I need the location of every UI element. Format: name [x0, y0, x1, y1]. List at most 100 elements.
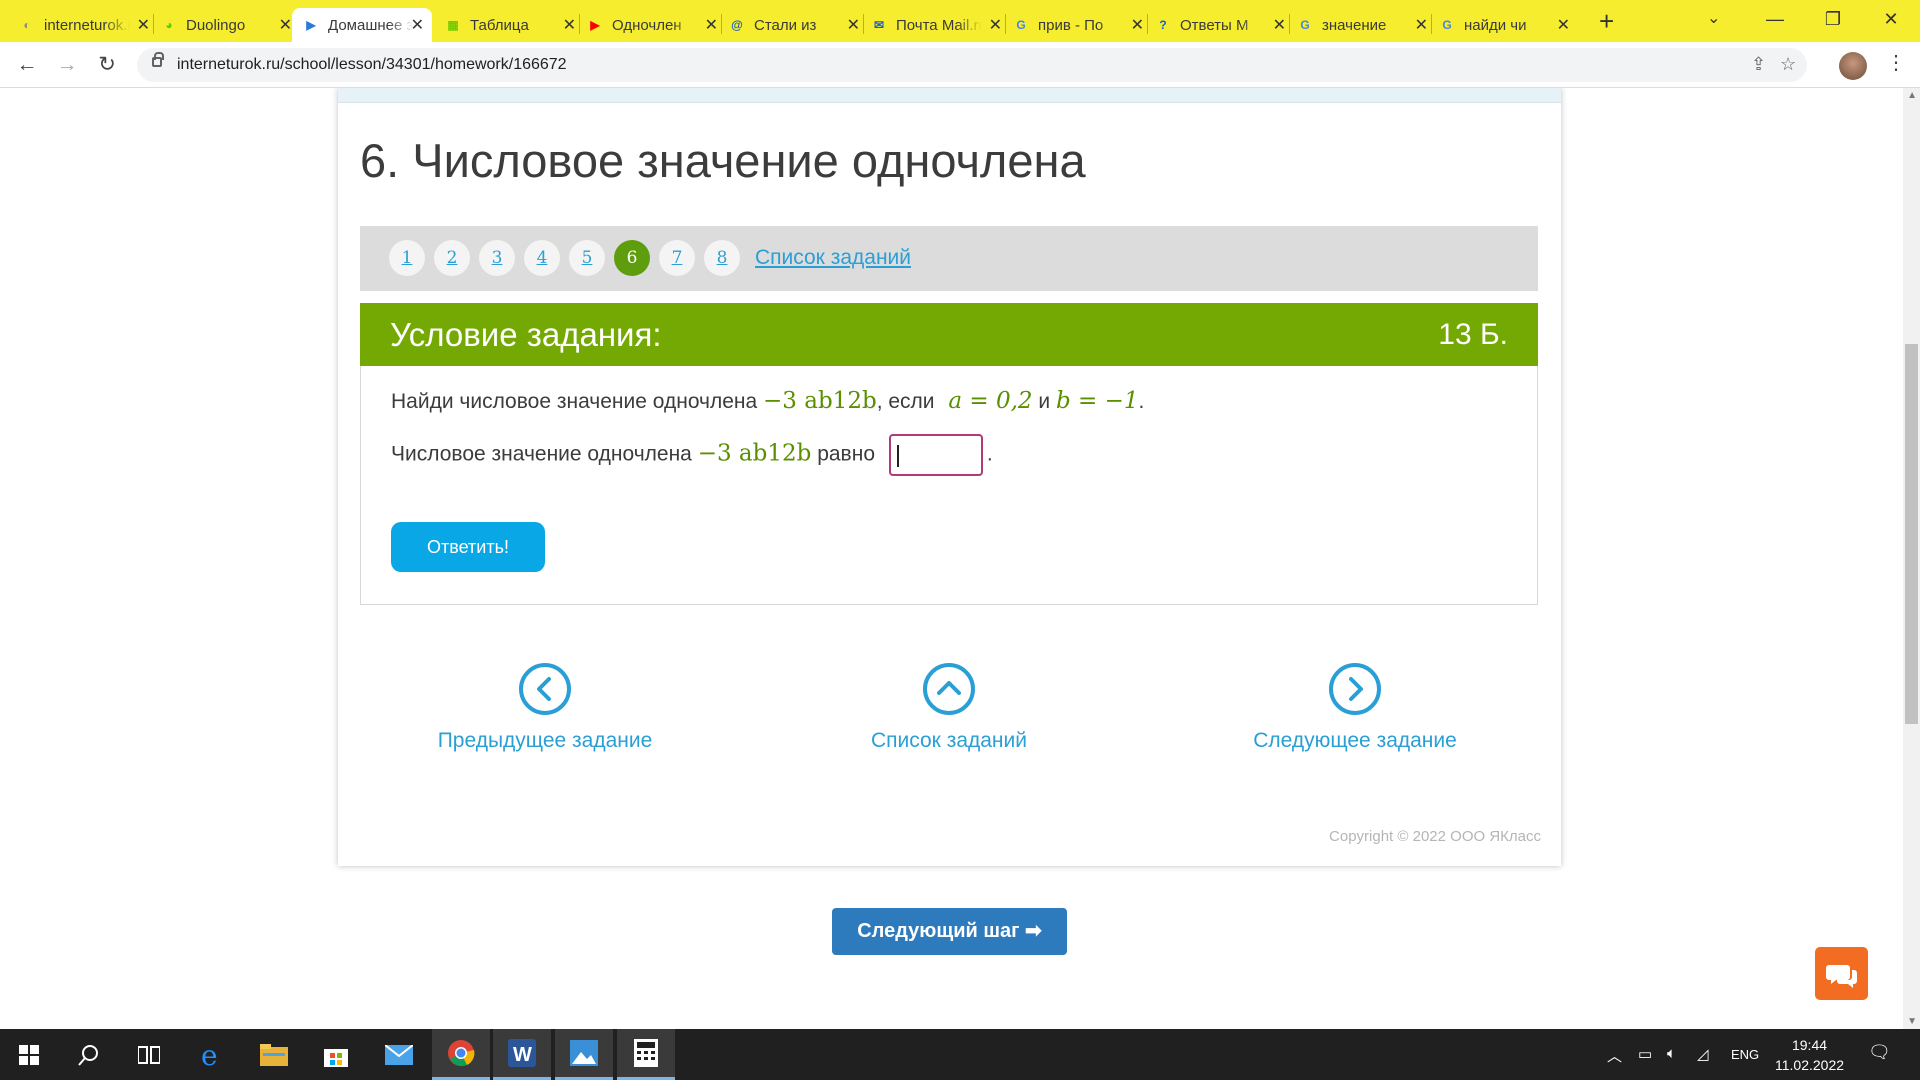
mail-icon[interactable] [370, 1029, 428, 1080]
next-task-link[interactable]: Следующее задание [1205, 663, 1505, 753]
monomial-expression: −3 ab12b [763, 388, 877, 414]
share-icon[interactable]: ⇪ [1751, 54, 1766, 75]
file-explorer-icon[interactable] [245, 1029, 303, 1080]
chat-bubbles-icon [1826, 965, 1857, 988]
new-tab-button[interactable]: + [1599, 6, 1614, 37]
duolingo-icon: ◕ [165, 18, 173, 32]
tab-separator [1005, 14, 1006, 34]
tab-search-icon[interactable]: ⌄ [1707, 8, 1720, 28]
browser-tab[interactable]: ? Ответы М ✕ [1154, 8, 1294, 42]
tab-close-icon[interactable]: ✕ [411, 15, 424, 35]
homework-card: 6. Числовое значение одночлена 12345678 … [338, 88, 1561, 866]
scroll-down-icon[interactable]: ▼ [1907, 1016, 1917, 1027]
profile-avatar[interactable] [1839, 52, 1867, 80]
browser-tab[interactable]: Gнайди чи ✕ [1438, 8, 1578, 42]
tab-close-icon[interactable]: ✕ [847, 15, 860, 35]
address-bar[interactable]: interneturok.ru/school/lesson/34301/home… [137, 48, 1807, 82]
answer-equals-word: равно [817, 442, 875, 466]
volume-icon[interactable]: 🔈︎ [1667, 1045, 1676, 1062]
task-number-6[interactable]: 6 [614, 240, 650, 276]
browser-tab[interactable]: Gзначение ✕ [1296, 8, 1436, 42]
scroll-up-icon[interactable]: ▲ [1907, 90, 1917, 101]
task-list-nav-link[interactable]: Список заданий [799, 663, 1099, 753]
word-icon[interactable]: W [493, 1029, 551, 1080]
store-icon[interactable] [307, 1029, 365, 1080]
browser-tab[interactable]: ▦ Таблица ✕ [444, 8, 584, 42]
windows-start-icon[interactable] [0, 1029, 58, 1080]
tab-close-icon[interactable]: ✕ [563, 15, 576, 35]
answer-input[interactable] [888, 434, 983, 476]
tray-chevron-icon[interactable]: ︿ [1607, 1045, 1622, 1066]
tab-close-icon[interactable]: ✕ [1131, 15, 1144, 35]
browser-tab[interactable]: ▶ Домашнее задание✕ [292, 8, 432, 42]
browser-tab[interactable]: ✉ Почта Mail.ru ✕ [870, 8, 1010, 42]
close-window-icon[interactable]: ✕ [1862, 0, 1920, 42]
condition-b: b = −1 [1055, 388, 1139, 414]
scrollbar-thumb[interactable] [1905, 344, 1918, 724]
browser-tab[interactable]: Gприв - По ✕ [1012, 8, 1152, 42]
search-icon[interactable] [60, 1029, 118, 1080]
chrome-icon[interactable] [432, 1029, 490, 1080]
browser-tab[interactable]: ◕ Duolingo ✕ [160, 8, 300, 42]
network-icon[interactable]: ◿ [1697, 1045, 1709, 1063]
task-number-7[interactable]: 7 [659, 240, 695, 276]
task-number-1[interactable]: 1 [389, 240, 425, 276]
statement-text: Найди числовое значение одночлена [391, 390, 758, 413]
tab-separator [579, 14, 580, 34]
browser-tab[interactable]: ◐ interneturok.ru ✕ [18, 8, 158, 42]
tab-title: значение [1322, 16, 1387, 34]
notifications-icon[interactable]: 🗨︎ [1868, 1042, 1891, 1063]
interneturok-icon: ◐ [23, 18, 31, 32]
task-number-5[interactable]: 5 [569, 240, 605, 276]
tab-close-icon[interactable]: ✕ [1273, 15, 1286, 35]
photos-icon[interactable] [555, 1029, 613, 1080]
mail-at-icon: @ [731, 18, 743, 32]
task-list-link[interactable]: Список заданий [755, 246, 911, 270]
tab-title: Duolingo [186, 16, 246, 34]
task-number-2[interactable]: 2 [434, 240, 470, 276]
tab-title: Одночлен [612, 16, 682, 34]
task-statement: Найди числовое значение одночлена −3 ab1… [391, 388, 1144, 414]
tab-close-icon[interactable]: ✕ [137, 15, 150, 35]
google-icon: G [1300, 18, 1310, 32]
chat-button[interactable] [1815, 947, 1868, 1000]
edge-icon[interactable]: e [183, 1029, 241, 1080]
system-clock[interactable]: 19:44 11.02.2022 [1775, 1035, 1844, 1075]
tab-title: Почта Mail.ru [896, 16, 982, 34]
restore-icon[interactable]: ❐ [1804, 0, 1862, 42]
battery-icon[interactable]: ▭ [1638, 1045, 1652, 1063]
browser-tab[interactable]: ▶ Одночлен ✕ [586, 8, 726, 42]
tab-close-icon[interactable]: ✕ [1557, 15, 1570, 35]
task-number-3[interactable]: 3 [479, 240, 515, 276]
tab-close-icon[interactable]: ✕ [279, 15, 292, 35]
page-viewport: 6. Числовое значение одночлена 12345678 … [0, 88, 1920, 1029]
tab-close-icon[interactable]: ✕ [705, 15, 718, 35]
task-view-icon[interactable] [120, 1029, 178, 1080]
browser-menu-icon[interactable]: ⋮ [1886, 50, 1906, 75]
statement-and: и [1038, 390, 1051, 413]
bookmark-star-icon[interactable]: ☆ [1780, 54, 1796, 75]
prev-task-label: Предыдущее задание [437, 729, 653, 752]
page-title: 6. Числовое значение одночлена [360, 134, 1086, 187]
url-text[interactable]: interneturok.ru/school/lesson/34301/home… [177, 56, 567, 74]
svg-text:W: W [513, 1044, 532, 1066]
tab-separator [1431, 14, 1432, 34]
reload-icon[interactable]: ↻ [93, 51, 121, 79]
tab-title: Домашнее задание [328, 16, 414, 34]
forward-icon[interactable]: → [53, 51, 81, 79]
calculator-icon[interactable] [617, 1029, 675, 1080]
tab-close-icon[interactable]: ✕ [1415, 15, 1428, 35]
minimize-icon[interactable]: — [1746, 0, 1804, 42]
tab-separator [1147, 14, 1148, 34]
tab-close-icon[interactable]: ✕ [989, 15, 1002, 35]
next-step-button[interactable]: Следующий шаг ➡ [832, 908, 1067, 955]
submit-answer-button[interactable]: Ответить! [391, 522, 545, 572]
browser-tab[interactable]: @ Стали из ✕ [728, 8, 868, 42]
task-number-8[interactable]: 8 [704, 240, 740, 276]
back-icon[interactable]: ← [13, 51, 41, 79]
language-indicator[interactable]: ENG [1731, 1047, 1759, 1062]
window-controls: — ❐ ✕ [1746, 0, 1920, 42]
prev-task-link[interactable]: Предыдущее задание [395, 663, 695, 753]
task-number-4[interactable]: 4 [524, 240, 560, 276]
page-scrollbar[interactable]: ▲ ▼ [1903, 88, 1920, 1029]
